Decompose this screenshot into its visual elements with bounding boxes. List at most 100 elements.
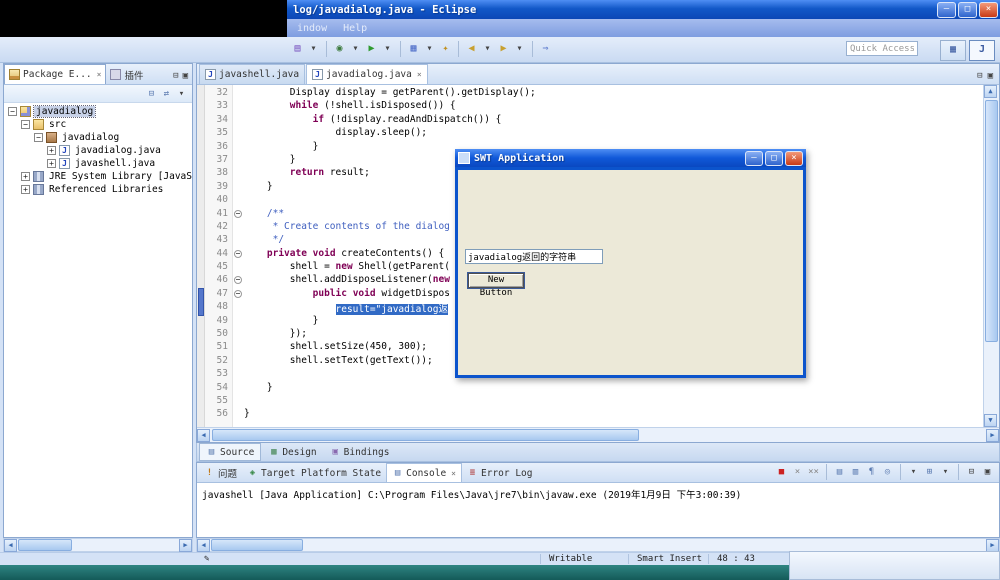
scroll-right-icon[interactable]: ▶	[986, 539, 999, 552]
scroll-left-icon[interactable]: ◀	[197, 539, 210, 552]
collapse-icon[interactable]: −	[21, 120, 30, 129]
open-perspective-button[interactable]: ▦	[940, 40, 966, 61]
code-line[interactable]: 54 }	[205, 382, 983, 395]
tree-item[interactable]: +Referenced Libraries	[4, 183, 192, 196]
remove-launch-icon[interactable]: ×	[790, 465, 805, 479]
run-dropdown-icon[interactable]: ▾	[380, 40, 395, 58]
tab-design[interactable]: ▦Design	[262, 444, 322, 460]
tab-bindings[interactable]: ▣Bindings	[324, 444, 396, 460]
editor-vertical-scrollbar[interactable]: ▲ ▼	[983, 85, 999, 427]
scroll-up-icon[interactable]: ▲	[984, 85, 997, 98]
maximize-button[interactable]: □	[958, 2, 977, 18]
scroll-left-icon[interactable]: ◀	[4, 539, 17, 552]
minimize-view-icon[interactable]: ⊟	[173, 71, 178, 81]
editor-horizontal-scrollbar[interactable]: ◀ ▶	[197, 427, 999, 442]
hscroll-track[interactable]	[210, 539, 986, 551]
hscroll-thumb[interactable]	[212, 429, 639, 441]
editor-tab[interactable]: Jjavadialog.java×	[306, 64, 428, 84]
menu-item[interactable]: Help	[343, 23, 367, 34]
collapse-icon[interactable]: −	[34, 133, 43, 142]
swt-application-dialog[interactable]: SWT Application –□× New Button	[455, 149, 806, 378]
tree-item[interactable]: +Jjavashell.java	[4, 157, 192, 170]
code-line[interactable]: 55	[205, 395, 983, 408]
pin-console-icon[interactable]: ◎	[880, 465, 895, 479]
close-icon[interactable]: ×	[451, 469, 456, 478]
new-java-class-icon[interactable]: ▦	[406, 40, 421, 58]
minimize-view-icon[interactable]: ⊟	[977, 71, 982, 81]
tab-source[interactable]: ▤Source	[199, 443, 261, 461]
console-output[interactable]: javashell [Java Application] C:\Program …	[197, 483, 999, 537]
fold-collapse-icon[interactable]	[234, 210, 242, 218]
new-wizard-dropdown-icon[interactable]: ▾	[306, 40, 321, 58]
console-maximize-icon[interactable]: ▣	[980, 465, 995, 479]
tree-item[interactable]: −src	[4, 118, 192, 131]
minimize-button[interactable]: –	[937, 2, 956, 18]
hscroll-thumb[interactable]	[211, 539, 303, 551]
console-tab[interactable]: ◈Target Platform State	[242, 464, 386, 482]
dialog-titlebar[interactable]: SWT Application –□×	[455, 149, 806, 167]
scroll-right-icon[interactable]: ▶	[179, 539, 192, 552]
console-horizontal-scrollbar[interactable]: ◀ ▶	[196, 538, 1000, 552]
maximize-view-icon[interactable]: ▣	[988, 71, 993, 81]
expand-icon[interactable]: +	[47, 159, 56, 168]
window-titlebar[interactable]: log/javadialog.java - Eclipse –□×	[287, 0, 1000, 19]
console-minimize-icon[interactable]: ⊟	[964, 465, 979, 479]
code-line[interactable]: 33 while (!shell.isDisposed()) {	[205, 100, 983, 113]
close-icon[interactable]: ×	[417, 70, 422, 79]
fold-collapse-icon[interactable]	[234, 250, 242, 258]
hscroll-track[interactable]	[17, 539, 179, 551]
new-button[interactable]: New Button	[468, 273, 524, 288]
code-line[interactable]: 34 if (!display.readAndDispatch()) {	[205, 114, 983, 127]
debug-dropdown-icon[interactable]: ▾	[348, 40, 363, 58]
clear-console-icon[interactable]: ▤	[832, 465, 847, 479]
code-line[interactable]: 56}	[205, 408, 983, 421]
link-with-editor-icon[interactable]: ⇄	[159, 87, 174, 101]
annotation-ruler[interactable]	[197, 85, 205, 427]
dialog-maximize-button[interactable]: □	[765, 151, 783, 166]
forward-dropdown-icon[interactable]: ▾	[512, 40, 527, 58]
hscroll-track[interactable]	[210, 429, 986, 441]
scroll-left-icon[interactable]: ◀	[197, 429, 210, 442]
last-edit-location-icon[interactable]: ⇒	[538, 40, 553, 58]
terminate-icon[interactable]: ■	[774, 465, 789, 479]
code-line[interactable]: 32 Display display = getParent().getDisp…	[205, 87, 983, 100]
explorer-horizontal-scrollbar[interactable]: ◀ ▶	[3, 538, 193, 552]
dialog-close-button[interactable]: ×	[785, 151, 803, 166]
back-icon[interactable]: ◀	[464, 40, 479, 58]
remove-all-launches-icon[interactable]: ××	[806, 465, 821, 479]
code-line[interactable]: 35 display.sleep();	[205, 127, 983, 140]
vscroll-track[interactable]	[984, 98, 999, 414]
collapse-icon[interactable]: −	[8, 107, 17, 116]
close-button[interactable]: ×	[979, 2, 998, 18]
debug-icon[interactable]: ◉	[332, 40, 347, 58]
console-tab[interactable]: !问题	[199, 464, 242, 482]
fold-collapse-icon[interactable]	[234, 276, 242, 284]
scroll-right-icon[interactable]: ▶	[986, 429, 999, 442]
editor-tab[interactable]: Jjavashell.java	[199, 64, 305, 84]
new-class-dropdown-icon[interactable]: ▾	[422, 40, 437, 58]
back-dropdown-icon[interactable]: ▾	[480, 40, 495, 58]
expand-icon[interactable]: +	[21, 185, 30, 194]
java-perspective-button[interactable]: J	[969, 40, 995, 61]
expand-icon[interactable]: +	[21, 172, 30, 181]
view-menu-icon[interactable]: ▾	[174, 87, 189, 101]
maximize-view-icon[interactable]: ▣	[183, 71, 188, 81]
search-icon[interactable]: ✦	[438, 40, 453, 58]
forward-icon[interactable]: ▶	[496, 40, 511, 58]
console-tab[interactable]: ≡Error Log	[462, 464, 537, 482]
menu-item[interactable]: indow	[297, 23, 327, 34]
vscroll-thumb[interactable]	[985, 100, 998, 342]
dialog-minimize-button[interactable]: –	[745, 151, 763, 166]
explorer-tab[interactable]: 插件	[106, 65, 147, 84]
explorer-tab[interactable]: Package E...×	[4, 64, 106, 84]
display-console-dropdown-icon[interactable]: ▾	[906, 465, 921, 479]
dialog-text-field[interactable]	[465, 249, 603, 264]
run-icon[interactable]: ▶	[364, 40, 379, 58]
open-console-dropdown-icon[interactable]: ▾	[938, 465, 953, 479]
word-wrap-icon[interactable]: ¶	[864, 465, 879, 479]
quick-access-input[interactable]	[846, 41, 918, 56]
collapse-all-icon[interactable]: ⊟	[144, 87, 159, 101]
scroll-down-icon[interactable]: ▼	[984, 414, 997, 427]
tree-item[interactable]: +Jjavadialog.java	[4, 144, 192, 157]
close-icon[interactable]: ×	[97, 70, 102, 79]
